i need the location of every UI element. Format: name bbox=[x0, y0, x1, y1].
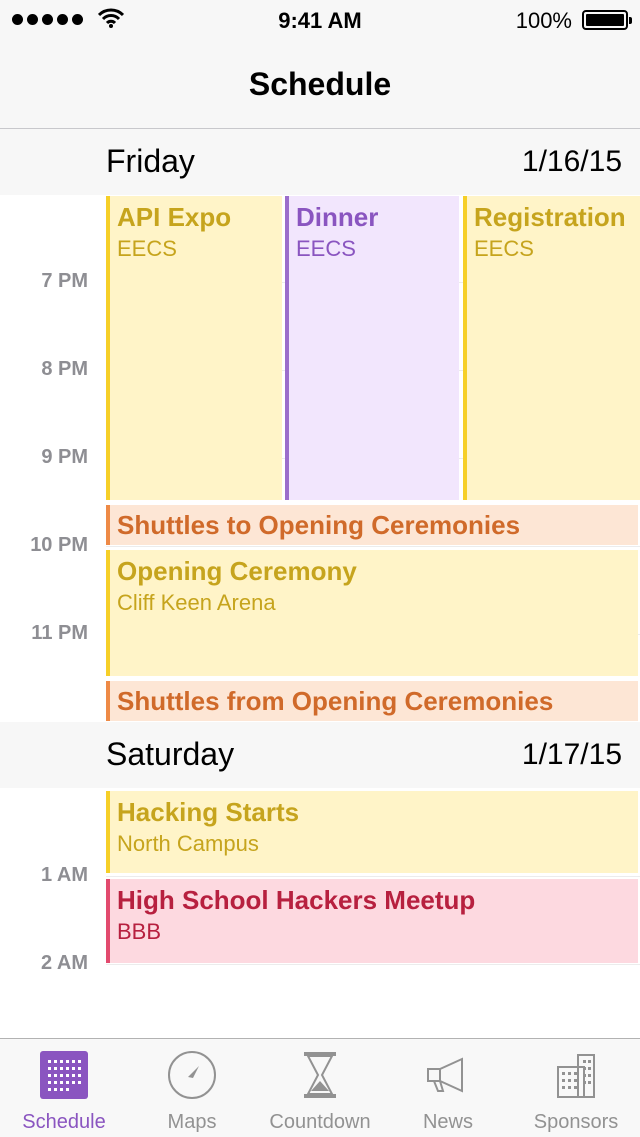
event-location: EECS bbox=[474, 236, 534, 261]
event-title: Registration bbox=[474, 202, 626, 232]
hour-label: 11 PM bbox=[31, 622, 88, 644]
navigation-bar: Schedule bbox=[0, 40, 640, 129]
event-title: Shuttles to Opening Ceremonies bbox=[117, 510, 521, 540]
hour-gridline bbox=[106, 546, 640, 547]
event-location: EECS bbox=[117, 236, 177, 261]
event-registration[interactable]: Registration EECS bbox=[463, 196, 640, 500]
day-name: Friday bbox=[106, 143, 195, 179]
hour-label: 8 PM bbox=[41, 358, 88, 380]
event-title: Opening Ceremony bbox=[117, 556, 357, 586]
hour-gridline bbox=[106, 876, 640, 877]
megaphone-icon bbox=[427, 1057, 463, 1093]
compass-icon bbox=[168, 1051, 216, 1099]
status-bar: 9:41 AM 100% bbox=[0, 0, 640, 40]
day-header-friday: Friday 1/16/15 bbox=[0, 129, 640, 195]
hour-gridline bbox=[106, 964, 640, 965]
tab-sponsors[interactable]: Sponsors bbox=[512, 1039, 640, 1137]
event-shuttles-to-opening[interactable]: Shuttles to Opening Ceremonies bbox=[106, 505, 638, 545]
event-title: API Expo bbox=[117, 202, 232, 232]
day-date: 1/17/15 bbox=[521, 738, 622, 771]
event-api-expo[interactable]: API Expo EECS bbox=[106, 196, 282, 500]
battery-percentage: 100% bbox=[515, 8, 572, 33]
hourglass-icon bbox=[304, 1052, 336, 1098]
event-hacking-starts[interactable]: Hacking Starts North Campus bbox=[106, 791, 638, 873]
event-location: Cliff Keen Arena bbox=[117, 590, 276, 615]
building-icon bbox=[557, 1054, 595, 1098]
event-high-school-hackers-meetup[interactable]: High School Hackers Meetup BBB bbox=[106, 879, 638, 963]
tab-label: Countdown bbox=[269, 1111, 371, 1133]
calendar-grid-icon bbox=[40, 1051, 88, 1099]
tab-countdown[interactable]: Countdown bbox=[256, 1039, 384, 1137]
hour-label: 1 AM bbox=[40, 864, 88, 886]
day-date: 1/16/15 bbox=[521, 145, 622, 178]
tab-label: Schedule bbox=[22, 1111, 106, 1133]
event-opening-ceremony[interactable]: Opening Ceremony Cliff Keen Arena bbox=[106, 550, 638, 676]
tab-label: Maps bbox=[167, 1111, 217, 1133]
hour-label: 9 PM bbox=[41, 446, 88, 468]
battery-icon bbox=[582, 10, 632, 30]
tab-schedule[interactable]: Schedule bbox=[0, 1039, 128, 1137]
event-dinner[interactable]: Dinner EECS bbox=[285, 196, 459, 500]
hour-label: 2 AM bbox=[40, 952, 88, 974]
event-title: Hacking Starts bbox=[117, 797, 300, 827]
tab-label: News bbox=[422, 1111, 473, 1133]
tab-label: Sponsors bbox=[533, 1111, 619, 1133]
hour-label: 10 PM bbox=[30, 534, 88, 556]
event-location: BBB bbox=[117, 919, 162, 944]
event-shuttles-from-opening[interactable]: Shuttles from Opening Ceremonies bbox=[106, 681, 638, 721]
event-title: Shuttles from Opening Ceremonies bbox=[117, 686, 554, 716]
tab-news[interactable]: News bbox=[384, 1039, 512, 1137]
tab-bar: Schedule Maps Countdown News Sponsors bbox=[0, 1038, 640, 1137]
page-title: Schedule bbox=[248, 66, 392, 102]
event-location: North Campus bbox=[117, 831, 259, 856]
day-header-saturday: Saturday 1/17/15 bbox=[0, 722, 640, 788]
hour-label: 7 PM bbox=[41, 270, 88, 292]
event-title: High School Hackers Meetup bbox=[117, 885, 476, 915]
tab-maps[interactable]: Maps bbox=[128, 1039, 256, 1137]
event-title: Dinner bbox=[296, 202, 379, 232]
day-name: Saturday bbox=[106, 736, 235, 772]
event-location: EECS bbox=[296, 236, 356, 261]
